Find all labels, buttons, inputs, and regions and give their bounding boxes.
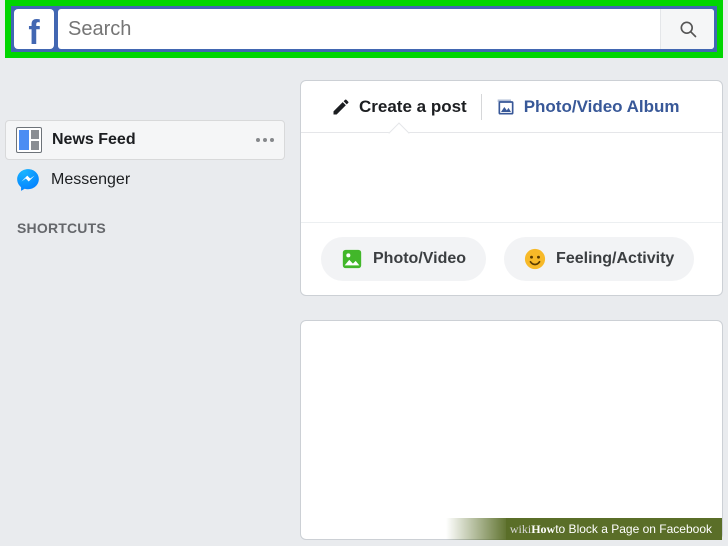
album-icon <box>496 97 516 117</box>
search-button[interactable] <box>660 9 714 49</box>
more-options-icon[interactable] <box>256 138 274 142</box>
sidebar-item-label: News Feed <box>52 131 256 149</box>
composer-actions: Photo/Video Feeling/Activity <box>301 223 722 295</box>
pencil-icon <box>331 97 351 117</box>
search-field-wrap <box>58 9 714 49</box>
tab-label: Photo/Video Album <box>524 97 680 117</box>
action-feeling-activity[interactable]: Feeling/Activity <box>504 237 694 281</box>
composer-tabs: Create a post Photo/Video Album <box>301 81 722 133</box>
tab-label: Create a post <box>359 97 467 117</box>
action-label: Feeling/Activity <box>556 250 674 268</box>
composer-card: Create a post Photo/Video Album Photo/Vi… <box>300 80 723 296</box>
header-highlight: f <box>5 0 723 58</box>
caption-brand-a: wiki <box>510 522 531 536</box>
composer-textarea[interactable] <box>301 133 722 223</box>
tab-photo-album[interactable]: Photo/Video Album <box>482 81 694 132</box>
wikihow-caption: wikiHow to Block a Page on Facebook <box>446 518 722 540</box>
caption-text: to Block a Page on Facebook <box>555 522 712 536</box>
caption-brand-b: How <box>531 522 555 536</box>
search-input[interactable] <box>58 9 660 49</box>
messenger-icon <box>15 167 41 193</box>
shortcuts-header: SHORTCUTS <box>5 200 285 236</box>
sidebar-item-news-feed[interactable]: News Feed <box>5 120 285 160</box>
sidebar: News Feed Messenger SHORTCUTS <box>5 120 285 236</box>
feeling-icon <box>524 248 546 270</box>
news-feed-icon <box>16 127 42 153</box>
tab-create-post[interactable]: Create a post <box>317 81 481 132</box>
action-photo-video[interactable]: Photo/Video <box>321 237 486 281</box>
sidebar-item-label: Messenger <box>51 171 275 189</box>
action-label: Photo/Video <box>373 250 466 268</box>
header-search-bar: f <box>11 6 717 52</box>
sidebar-item-messenger[interactable]: Messenger <box>5 160 285 200</box>
facebook-logo-icon[interactable]: f <box>14 9 54 49</box>
search-icon <box>678 19 698 39</box>
photo-icon <box>341 248 363 270</box>
feed-card <box>300 320 723 540</box>
